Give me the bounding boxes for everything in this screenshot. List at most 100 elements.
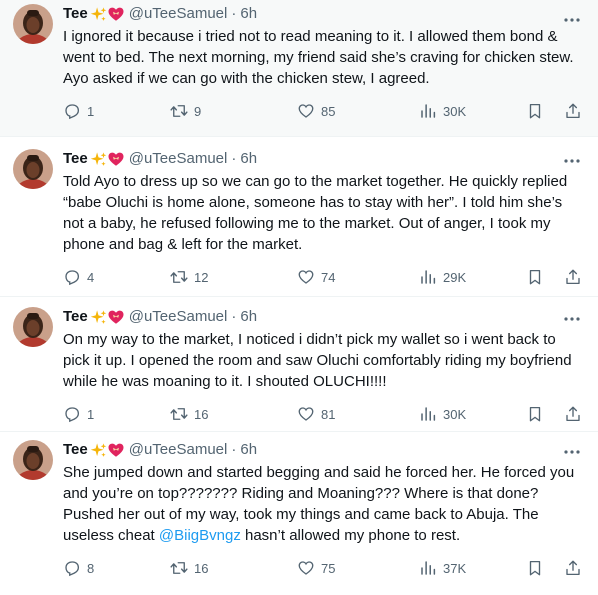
- share-icon[interactable]: [564, 405, 582, 423]
- more-options-button[interactable]: [562, 309, 582, 329]
- tweet-thread: Tee @uTeeSamuel · 6h I ignored it becaus…: [0, 0, 598, 595]
- handle[interactable]: @uTeeSamuel: [129, 440, 228, 460]
- repost-count: 9: [194, 103, 202, 119]
- tweet-text: Told Ayo to dress up so we can go to the…: [63, 171, 584, 255]
- reply-icon: [65, 561, 80, 577]
- tweet-text-body: I ignored it because i tried not to read…: [63, 28, 577, 87]
- reply-count: 4: [87, 269, 95, 285]
- sparkles-icon: [90, 6, 107, 21]
- tweet[interactable]: Tee @uTeeSamuel · 6h: [0, 137, 598, 297]
- display-name[interactable]: Tee: [63, 440, 88, 460]
- separator-dot: ·: [231, 308, 237, 325]
- like-icon: [298, 407, 314, 421]
- tweet-actions: 4 12 74 29K: [63, 267, 584, 287]
- like-button[interactable]: 74: [297, 268, 402, 286]
- tweet-text: I ignored it because i tried not to read…: [63, 26, 584, 89]
- heart-with-ribbon-icon: [108, 443, 124, 457]
- tweet-text-tail: hasn’t allowed my phone to rest.: [240, 527, 461, 544]
- reply-button[interactable]: 1: [63, 405, 153, 423]
- more-options-icon: [564, 450, 580, 454]
- display-name[interactable]: Tee: [63, 307, 88, 327]
- views-button[interactable]: 30K: [419, 405, 509, 423]
- heart-with-ribbon-icon: [108, 152, 124, 166]
- more-options-icon: [564, 317, 580, 321]
- share-icon[interactable]: [564, 268, 582, 286]
- reply-button[interactable]: 8: [63, 559, 153, 577]
- repost-button[interactable]: 12: [170, 268, 280, 286]
- tweet-actions: 8 16 75 37K: [63, 558, 584, 578]
- profile-badges: [90, 150, 125, 168]
- heart-with-ribbon-icon: [108, 7, 124, 21]
- tweet-text: On my way to the market, I noticed i did…: [63, 329, 584, 392]
- timestamp[interactable]: 6h: [240, 149, 257, 169]
- sparkles-icon: [90, 151, 107, 166]
- avatar[interactable]: [13, 149, 53, 189]
- reply-button[interactable]: 1: [63, 102, 153, 120]
- like-button[interactable]: 81: [297, 405, 402, 423]
- more-options-button[interactable]: [562, 10, 582, 30]
- like-button[interactable]: 85: [297, 102, 402, 120]
- repost-count: 12: [194, 269, 209, 285]
- repost-count: 16: [194, 560, 209, 576]
- repost-icon: [170, 562, 188, 574]
- repost-button[interactable]: 9: [170, 102, 280, 120]
- repost-count: 16: [194, 406, 209, 422]
- reply-button[interactable]: 4: [63, 268, 153, 286]
- views-button[interactable]: 29K: [419, 268, 509, 286]
- separator-dot: ·: [231, 441, 237, 458]
- handle[interactable]: @uTeeSamuel: [129, 149, 228, 169]
- view-count: 30K: [443, 406, 467, 422]
- like-icon: [298, 104, 314, 118]
- like-button[interactable]: 75: [297, 559, 402, 577]
- like-count: 81: [321, 406, 336, 422]
- tweet-text: She jumped down and started begging and …: [63, 462, 584, 546]
- bookmark-icon[interactable]: [526, 102, 544, 120]
- avatar[interactable]: [13, 307, 53, 347]
- share-icon[interactable]: [564, 559, 582, 577]
- display-name[interactable]: Tee: [63, 4, 88, 24]
- mention-link[interactable]: @BiigBvngz: [159, 527, 241, 544]
- display-name[interactable]: Tee: [63, 149, 88, 169]
- bookmark-icon[interactable]: [526, 559, 544, 577]
- bookmark-icon[interactable]: [526, 405, 544, 423]
- tweet[interactable]: Tee @uTeeSamuel · 6h: [0, 297, 598, 432]
- views-button[interactable]: 30K: [419, 102, 509, 120]
- avatar[interactable]: [13, 4, 53, 44]
- repost-icon: [170, 271, 188, 283]
- handle[interactable]: @uTeeSamuel: [129, 307, 228, 327]
- like-count: 85: [321, 103, 336, 119]
- like-count: 75: [321, 560, 336, 576]
- timestamp[interactable]: 6h: [240, 307, 257, 327]
- avatar[interactable]: [13, 440, 53, 480]
- repost-button[interactable]: 16: [170, 559, 280, 577]
- more-options-button[interactable]: [562, 442, 582, 462]
- more-options-icon: [564, 159, 580, 163]
- heart-with-ribbon-icon: [108, 310, 124, 324]
- views-icon: [421, 561, 436, 575]
- timestamp[interactable]: 6h: [240, 4, 257, 24]
- more-options-button[interactable]: [562, 151, 582, 171]
- timestamp[interactable]: 6h: [240, 440, 257, 460]
- tweet[interactable]: Tee @uTeeSamuel · 6h: [0, 0, 598, 137]
- bookmark-icon[interactable]: [526, 268, 544, 286]
- handle[interactable]: @uTeeSamuel: [129, 4, 228, 24]
- like-icon: [298, 561, 314, 575]
- sparkles-icon: [90, 309, 107, 324]
- reply-icon: [65, 407, 80, 423]
- separator-dot: ·: [231, 150, 237, 167]
- reply-count: 8: [87, 560, 95, 576]
- views-button[interactable]: 37K: [419, 559, 509, 577]
- share-icon[interactable]: [564, 102, 582, 120]
- view-count: 29K: [443, 269, 467, 285]
- sparkles-icon: [90, 442, 107, 457]
- views-icon: [421, 407, 436, 421]
- tweet-text-body: Told Ayo to dress up so we can go to the…: [63, 173, 572, 253]
- profile-badges: [90, 308, 125, 326]
- repost-button[interactable]: 16: [170, 405, 280, 423]
- separator-dot: ·: [231, 5, 237, 22]
- like-count: 74: [321, 269, 336, 285]
- profile-badges: [90, 441, 125, 459]
- views-icon: [421, 104, 436, 118]
- tweet[interactable]: Tee @uTeeSamuel · 6h: [0, 432, 598, 595]
- reply-count: 1: [87, 406, 95, 422]
